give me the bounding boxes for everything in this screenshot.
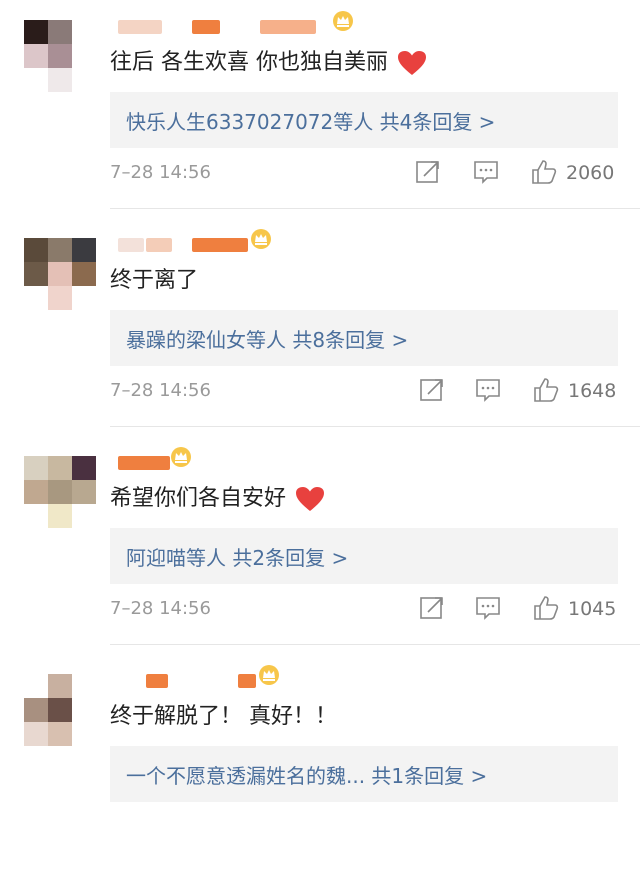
like-icon[interactable]: [530, 158, 558, 186]
avatar[interactable]: [24, 674, 96, 746]
reply-summary-text[interactable]: 阿迎喵等人 共2条回复 >: [126, 542, 348, 571]
comment-item: 希望你们各自安好 阿迎喵等人 共2条回复 > 7–28 14:56 1045: [0, 436, 640, 654]
reply-summary-text[interactable]: 暴躁的梁仙女等人 共8条回复 >: [126, 324, 408, 353]
username[interactable]: [110, 664, 410, 692]
reply-summary-text[interactable]: 快乐人生6337027072等人 共4条回复 >: [126, 106, 495, 135]
like-icon[interactable]: [532, 594, 560, 622]
like-icon[interactable]: [532, 376, 560, 404]
comment-text: 希望你们各自安好: [110, 480, 325, 512]
share-icon[interactable]: [418, 376, 446, 404]
timestamp: 7–28 14:56: [110, 380, 211, 401]
share-icon[interactable]: [414, 158, 442, 186]
timestamp: 7–28 14:56: [110, 598, 211, 619]
divider: [110, 208, 640, 209]
divider: [110, 644, 640, 645]
reply-summary[interactable]: 阿迎喵等人 共2条回复 >: [110, 528, 618, 584]
comment-icon[interactable]: [472, 158, 500, 186]
reply-summary-text[interactable]: 一个不愿意透漏姓名的魏... 共1条回复 >: [126, 760, 487, 789]
comment-text: 往后 各生欢喜 你也独自美丽: [110, 44, 427, 76]
reply-summary[interactable]: 暴躁的梁仙女等人 共8条回复 >: [110, 310, 618, 366]
share-icon[interactable]: [418, 594, 446, 622]
comment-meta: 7–28 14:56 2060: [110, 158, 640, 188]
heart-icon: [398, 51, 426, 75]
reply-summary[interactable]: 快乐人生6337027072等人 共4条回复 >: [110, 92, 618, 148]
comment-text: 终于解脱了！ 真好！！: [110, 704, 337, 729]
avatar[interactable]: [24, 20, 96, 92]
avatar[interactable]: [24, 238, 96, 310]
username[interactable]: [110, 10, 410, 38]
comment-item: 终于离了 暴躁的梁仙女等人 共8条回复 > 7–28 14:56 1648: [0, 218, 640, 436]
comment-icon[interactable]: [474, 594, 502, 622]
crown-badge-icon: [171, 447, 191, 467]
like-count: 1045: [568, 598, 617, 620]
username[interactable]: [110, 228, 410, 256]
reply-summary[interactable]: 一个不愿意透漏姓名的魏... 共1条回复 >: [110, 746, 618, 802]
username[interactable]: [110, 446, 410, 474]
comment-meta: 7–28 14:56 1648: [110, 376, 640, 406]
like-count: 1648: [568, 380, 617, 402]
comment-icon[interactable]: [474, 376, 502, 404]
avatar[interactable]: [24, 456, 96, 528]
crown-badge-icon: [333, 11, 353, 31]
divider: [110, 426, 640, 427]
comment-item: 终于解脱了！ 真好！！ 一个不愿意透漏姓名的魏... 共1条回复 >: [0, 654, 640, 872]
like-count: 2060: [566, 162, 615, 184]
comment-meta: 7–28 14:56 1045: [110, 594, 640, 624]
timestamp: 7–28 14:56: [110, 162, 211, 183]
comment-text: 终于离了: [110, 268, 199, 293]
crown-badge-icon: [251, 229, 271, 249]
comment-item: 往后 各生欢喜 你也独自美丽 快乐人生6337027072等人 共4条回复 > …: [0, 0, 640, 218]
crown-badge-icon: [259, 665, 279, 685]
heart-icon: [296, 487, 325, 511]
